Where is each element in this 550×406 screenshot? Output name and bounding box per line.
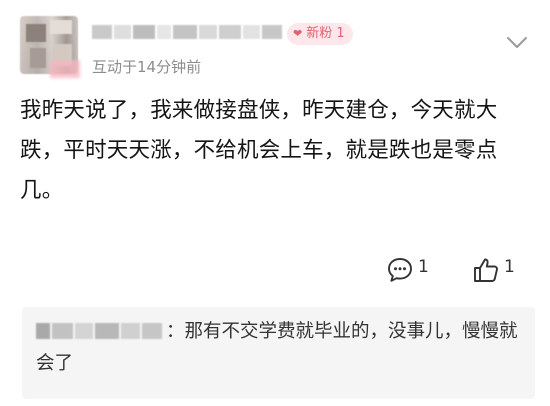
- chevron-down-icon[interactable]: [506, 36, 528, 50]
- post-time: 互动于14分钟前: [92, 58, 202, 76]
- heart-icon: ❤: [293, 27, 303, 40]
- comment-count: 1: [418, 257, 429, 277]
- comment-button[interactable]: 1: [386, 256, 429, 284]
- like-count: 1: [504, 257, 515, 277]
- reply-text: ：那有不交学费就毕业的，没事儿，慢慢就会了: [36, 321, 518, 374]
- username-blurred[interactable]: [92, 22, 282, 42]
- comment-bubble-icon: [388, 258, 412, 282]
- reply-preview[interactable]: ：那有不交学费就毕业的，没事儿，慢慢就会了: [22, 307, 535, 399]
- post-content: 我昨天说了，我来做接盘侠，昨天建仓，今天就大跌，平时天天涨，不给机会上车，就是跌…: [20, 98, 498, 203]
- thumbs-up-icon: [474, 258, 498, 282]
- fans-badge-label: 新粉 1: [306, 26, 345, 41]
- fans-badge: ❤ 新粉 1: [287, 23, 353, 45]
- avatar-decoration: [50, 60, 80, 78]
- like-button[interactable]: 1: [472, 256, 515, 284]
